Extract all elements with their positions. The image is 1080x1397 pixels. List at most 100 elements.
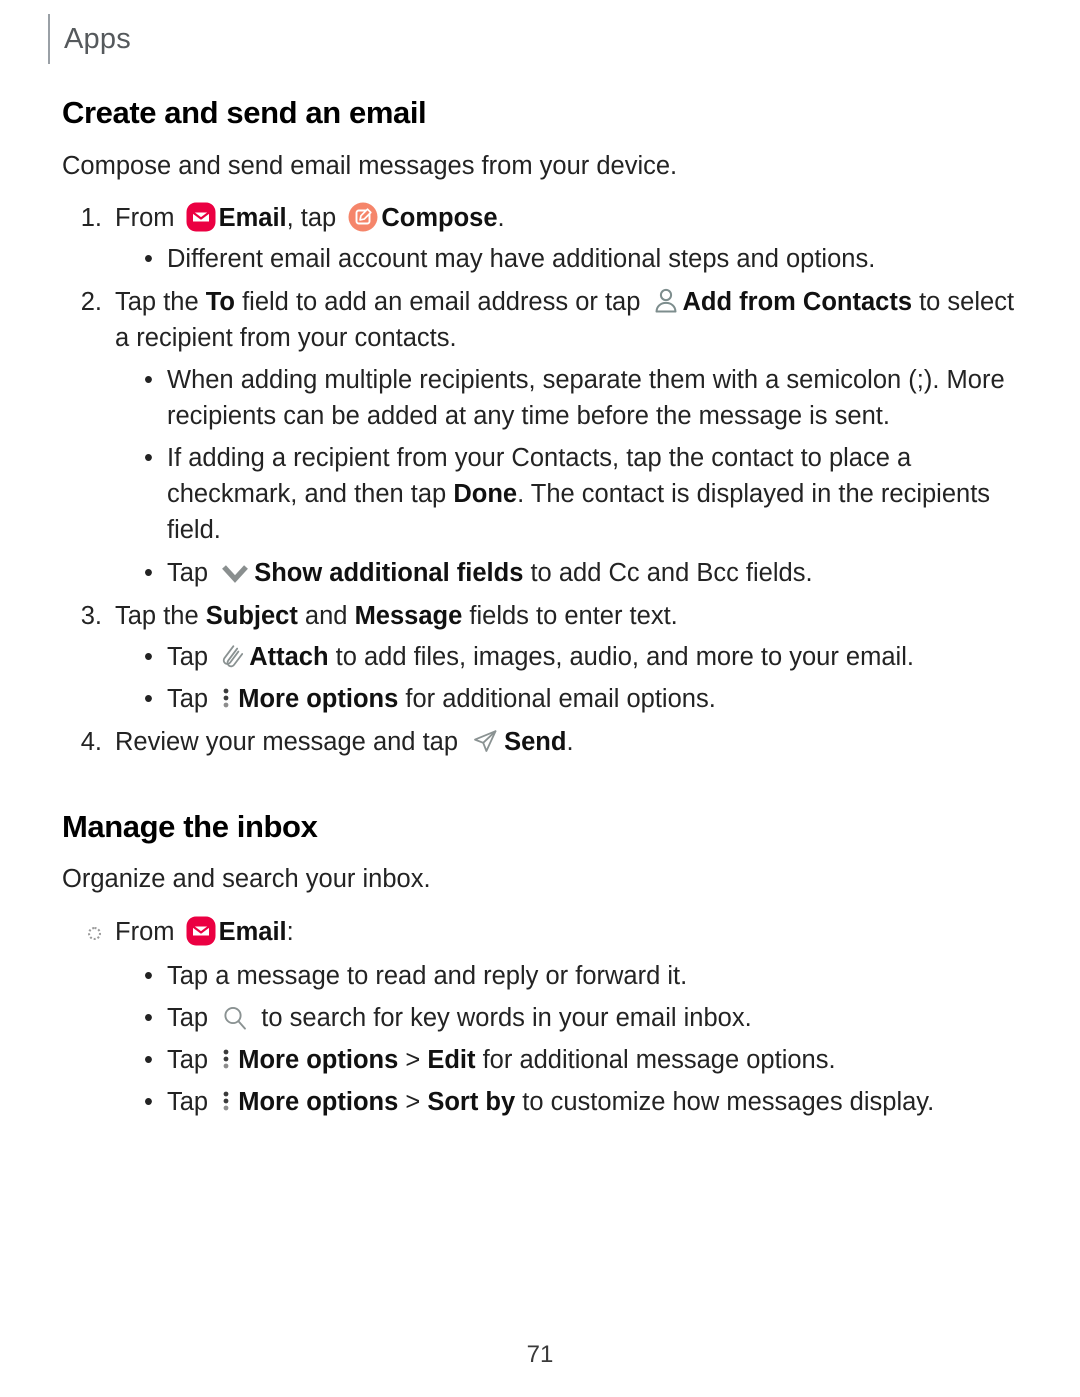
send-icon: [470, 726, 500, 756]
step-2-marker: 2.: [80, 288, 102, 317]
step-3-text-part-3: fields to enter text.: [462, 601, 678, 630]
bullet-dot: •: [144, 685, 153, 714]
step-2: 2. Tap the To field to add an email addr…: [62, 284, 1022, 591]
manage-inbox-from-email-item: From Email: • Tap a message to read and …: [62, 914, 1022, 1121]
more-options-icon: [220, 1086, 232, 1116]
step-3-sub-item-2-text-c: for additional email options.: [398, 685, 716, 714]
show-additional-fields-label: Show additional fields: [254, 558, 524, 587]
manage-inbox-sub-item-4-text-d: to customize how messages display.: [515, 1088, 935, 1117]
section-intro-manage-the-inbox: Organize and search your inbox.: [62, 865, 431, 894]
add-from-contacts-label: Add from Contacts: [682, 288, 913, 317]
step-4-marker: 4.: [80, 728, 102, 757]
manage-inbox-sub-item-2-text-b: to search for key words in your email in…: [254, 1003, 752, 1032]
step-1-sub-item-1: • Different email account may have addit…: [139, 241, 1022, 277]
bullet-dot: •: [144, 1046, 153, 1075]
message-field-label: Message: [354, 601, 463, 630]
page-content: Create and send an email Compose and sen…: [62, 95, 1022, 1127]
email-app-label: Email: [218, 917, 287, 946]
manage-inbox-sub-item-4-text-a: Tap: [167, 1088, 216, 1117]
step-1-text-part-2: , tap: [286, 203, 344, 232]
section-intro-create-and-send-an-email: Compose and send email messages from you…: [62, 151, 678, 180]
step-2-sub-item-3: • Tap Show additional fields to add Cc a…: [139, 555, 1022, 591]
manage-inbox-sub-item-2: • Tap to search for key words in your em…: [139, 1000, 1022, 1036]
bullet-dot: •: [144, 444, 153, 473]
done-button-label: Done: [453, 480, 518, 509]
add-from-contacts-icon: [653, 286, 679, 316]
section-title-manage-the-inbox: Manage the inbox: [62, 808, 318, 844]
manage-inbox-sub-item-2-text-a: Tap: [167, 1003, 216, 1032]
step-4: 4. Review your message and tap Send.: [62, 724, 1022, 760]
step-1-text-part-3: .: [497, 203, 505, 232]
hollow-circle-bullet: [88, 926, 101, 940]
more-options-label: More options: [238, 1088, 399, 1117]
compose-icon: [348, 202, 378, 232]
header-chapter-label: Apps: [64, 22, 131, 55]
step-3-marker: 3.: [80, 601, 102, 630]
attach-label: Attach: [249, 643, 329, 672]
manage-inbox-sublist: • Tap a message to read and reply or for…: [139, 958, 1022, 1121]
more-options-label: More options: [238, 685, 399, 714]
manage-inbox-sub-item-4-sep: >: [398, 1088, 428, 1117]
step-2-text-part-2: field to add an email address or tap: [235, 288, 648, 317]
step-4-text-part-1: Review your message and tap: [115, 728, 466, 757]
step-2-sub-item-3-text-a: Tap: [167, 558, 216, 587]
bullet-dot: •: [144, 245, 153, 274]
paperclip-attach-icon: [220, 641, 244, 671]
step-1-sublist: • Different email account may have addit…: [139, 241, 1022, 277]
manage-inbox-sub-item-3-text-d: for additional message options.: [475, 1046, 836, 1075]
chevron-down-icon: [220, 562, 250, 584]
bullet-dot: •: [144, 1088, 153, 1117]
header-divider-rule: [48, 14, 50, 64]
step-1-marker: 1.: [80, 203, 102, 232]
sort-by-menu-label: Sort by: [427, 1088, 516, 1117]
step-2-sub-item-1-text: When adding multiple recipients, separat…: [167, 365, 1005, 430]
more-options-label: More options: [238, 1046, 399, 1075]
step-3-sub-item-1-text-c: to add files, images, audio, and more to…: [328, 643, 914, 672]
step-3: 3. Tap the Subject and Message fields to…: [62, 598, 1022, 718]
email-app-icon: [186, 916, 216, 946]
step-2-sub-item-1: • When adding multiple recipients, separ…: [139, 362, 1022, 434]
manage-inbox-sub-item-3: • Tap More options > Edit for additional…: [139, 1042, 1022, 1078]
bullet-dot: •: [144, 365, 153, 394]
section-title-create-and-send-an-email: Create and send an email: [62, 95, 427, 130]
subject-field-label: Subject: [205, 601, 298, 630]
step-2-sub-item-3-text-c: to add Cc and Bcc fields.: [523, 558, 813, 587]
bullet-dot: •: [144, 643, 153, 672]
step-2-sublist: • When adding multiple recipients, separ…: [139, 362, 1022, 591]
manage-inbox-sub-item-3-text-a: Tap: [167, 1046, 216, 1075]
search-icon: [220, 1003, 250, 1033]
manage-inbox-from-text: From: [115, 917, 182, 946]
bullet-dot: •: [144, 1003, 153, 1032]
email-app-label: Email: [218, 203, 287, 232]
manage-inbox-sub-item-1: • Tap a message to read and reply or for…: [139, 958, 1022, 994]
bullet-dot: •: [144, 961, 153, 990]
manage-inbox-sub-item-4: • Tap More options > Sort by to customiz…: [139, 1084, 1022, 1120]
running-header: Apps: [48, 14, 131, 64]
step-1-text-part-1: From: [115, 203, 182, 232]
edit-menu-label: Edit: [427, 1046, 476, 1075]
manage-inbox-list: From Email: • Tap a message to read and …: [62, 914, 1022, 1121]
send-label: Send: [504, 728, 567, 757]
step-3-sub-item-2-text-a: Tap: [167, 685, 216, 714]
step-1-sub-item-1-text: Different email account may have additio…: [167, 245, 876, 274]
email-app-icon: [186, 202, 216, 232]
to-field-label: To: [205, 288, 235, 317]
step-3-sublist: • Tap Attach to add files, images, audio…: [139, 639, 1022, 717]
step-3-sub-item-1-text-a: Tap: [167, 643, 216, 672]
step-3-text-part-2: and: [297, 601, 355, 630]
step-1: 1. From Email, tap Compose. • Different …: [62, 200, 1022, 277]
step-3-sub-item-2: • Tap More options for additional email …: [139, 681, 1022, 717]
create-email-steps: 1. From Email, tap Compose. • Different …: [62, 200, 1022, 761]
step-3-text-part-1: Tap the: [115, 601, 206, 630]
manage-inbox-sub-item-3-sep: >: [398, 1046, 428, 1075]
bullet-dot: •: [144, 558, 153, 587]
step-4-text-part-2: .: [566, 728, 574, 757]
more-options-icon: [220, 683, 232, 713]
more-options-icon: [220, 1044, 232, 1074]
manage-inbox-colon: :: [286, 917, 294, 946]
manage-inbox-sub-item-1-text: Tap a message to read and reply or forwa…: [167, 961, 688, 990]
step-2-sub-item-2: • If adding a recipient from your Contac…: [139, 440, 1022, 549]
compose-label: Compose: [381, 203, 498, 232]
step-3-sub-item-1: • Tap Attach to add files, images, audio…: [139, 639, 1022, 675]
page-number: 71: [526, 1341, 554, 1368]
